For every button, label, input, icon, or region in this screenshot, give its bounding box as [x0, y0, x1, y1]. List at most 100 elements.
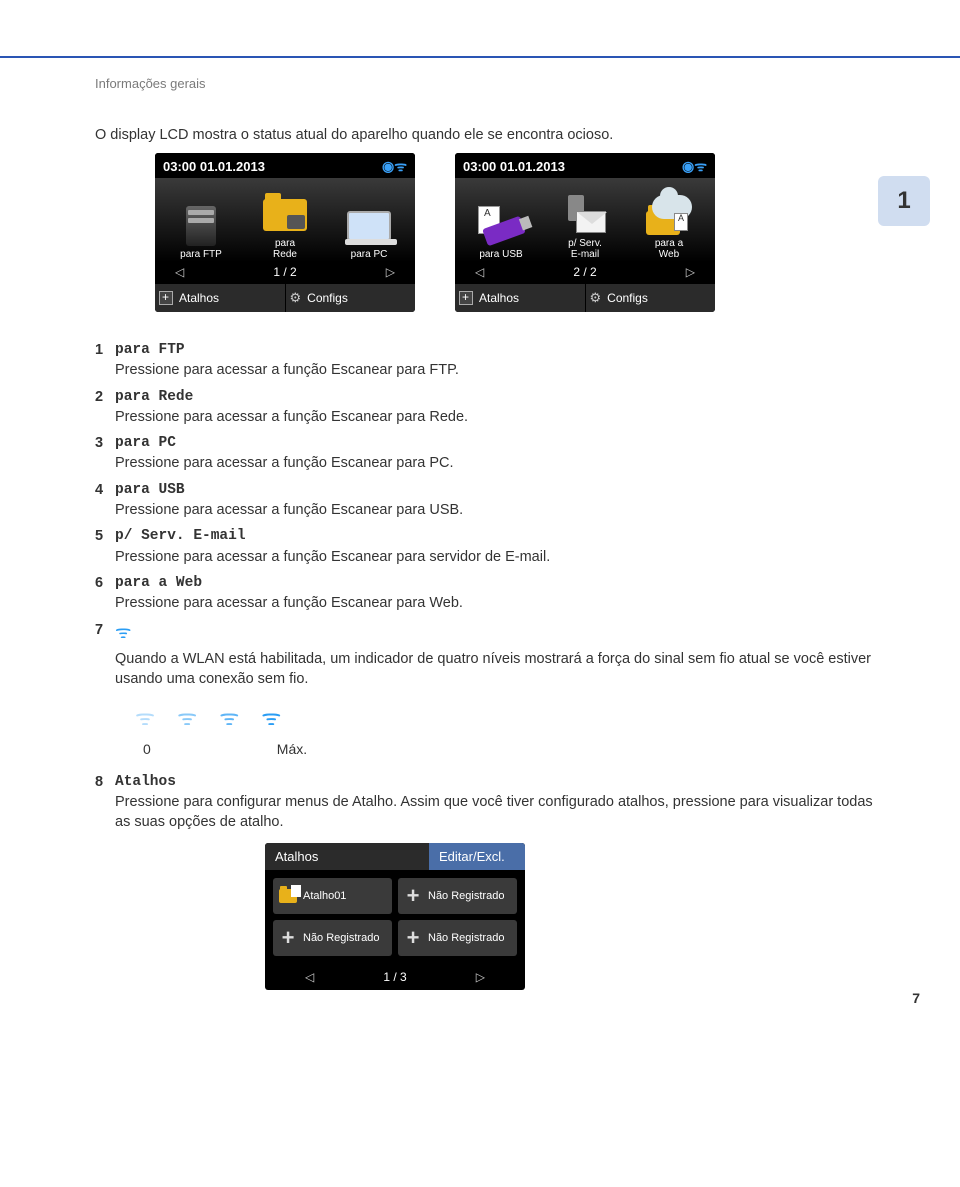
- wifi-strength-row: ᯤ ᯤ ᯤ ᯤ: [135, 703, 880, 734]
- item-term: para a Web: [115, 573, 880, 593]
- datetime-label: 03:00 01.01.2013: [463, 159, 565, 174]
- menu-item-usb[interactable]: para USB: [470, 206, 532, 260]
- prev-arrow-icon[interactable]: ◁: [175, 265, 184, 279]
- list-item: 6para a WebPressione para acessar a funç…: [95, 573, 880, 614]
- gear-icon: ⚙: [290, 290, 302, 306]
- item-label: Rede: [273, 249, 297, 260]
- screen-menu: para FTP para Rede para PC: [155, 178, 415, 262]
- item-number: 1: [95, 340, 115, 381]
- atalhos-lcd-screen: Atalhos Editar/Excl. Atalho01 + Não Regi…: [265, 843, 525, 990]
- screen-pager: ◁ 1 / 2 ▷: [155, 262, 415, 284]
- wifi-icon: ◉ᯤ: [682, 157, 707, 176]
- wifi-scale: 0 Máx.: [143, 740, 880, 760]
- item-term: Atalhos: [115, 772, 880, 792]
- next-arrow-icon[interactable]: ▷: [386, 265, 395, 279]
- item-label: p/ Serv.: [568, 238, 602, 249]
- section-header: Informações gerais: [95, 76, 880, 91]
- pager-text: 2 / 2: [573, 265, 596, 279]
- item-number: 5: [95, 526, 115, 567]
- header-rule: [0, 56, 960, 58]
- pager-text: 1 / 3: [383, 970, 406, 984]
- lcd-screen-2: 03:00 01.01.2013 ◉ᯤ para USB: [455, 153, 715, 312]
- wifi-icon: ᯤ: [135, 703, 155, 734]
- item-number: 8: [95, 772, 115, 833]
- atalho-slot[interactable]: + Não Registrado: [398, 920, 517, 956]
- item-term: para USB: [115, 480, 880, 500]
- item-desc: Pressione para acessar a função Escanear…: [115, 360, 880, 380]
- atalho-slot[interactable]: + Não Registrado: [398, 878, 517, 914]
- scale-min: 0: [143, 740, 151, 760]
- slot-label: Não Registrado: [428, 890, 504, 902]
- item-term: p/ Serv. E-mail: [115, 526, 880, 546]
- scale-max: Máx.: [277, 740, 307, 760]
- pager-text: 1 / 2: [273, 265, 296, 279]
- page-number: 7: [912, 990, 920, 1006]
- next-arrow-icon[interactable]: ▷: [476, 970, 485, 984]
- screen-bottom-bar: Atalhos ⚙ Configs: [155, 284, 415, 312]
- item-label: E-mail: [571, 249, 599, 260]
- screen-menu: para USB p/ Serv. E-mail para a: [455, 178, 715, 262]
- menu-item-email[interactable]: p/ Serv. E-mail: [554, 195, 616, 260]
- item-number: 2: [95, 387, 115, 428]
- list-item: 5p/ Serv. E-mailPressione para acessar a…: [95, 526, 880, 567]
- wifi-icon: ◉ᯤ: [382, 157, 407, 176]
- menu-item-web[interactable]: para a Web: [638, 195, 700, 260]
- atalhos-title: Atalhos: [265, 843, 429, 870]
- plus-icon: +: [404, 884, 422, 908]
- atalhos-label: Atalhos: [179, 291, 219, 305]
- plus-icon: +: [279, 926, 297, 950]
- plus-icon: +: [404, 926, 422, 950]
- list-item: 3para PCPressione para acessar a função …: [95, 433, 880, 474]
- menu-item-ftp[interactable]: para FTP: [170, 206, 232, 260]
- slot-label: Não Registrado: [303, 932, 379, 944]
- atalhos-header: Atalhos Editar/Excl.: [265, 843, 525, 870]
- atalhos-grid: Atalho01 + Não Registrado + Não Registra…: [265, 870, 525, 964]
- item-label: para PC: [351, 249, 388, 260]
- description-list: 1para FTPPressione para acessar a função…: [95, 340, 880, 833]
- configs-button[interactable]: ⚙ Configs: [286, 284, 416, 312]
- chapter-tab: 1: [878, 176, 930, 226]
- list-item: 1para FTPPressione para acessar a função…: [95, 340, 880, 381]
- item-desc: Pressione para configurar menus de Atalh…: [115, 792, 880, 833]
- item-term: para Rede: [115, 387, 880, 407]
- prev-arrow-icon[interactable]: ◁: [475, 265, 484, 279]
- item-desc: Quando a WLAN está habilitada, um indica…: [115, 649, 880, 690]
- atalhos-button[interactable]: Atalhos: [155, 284, 286, 312]
- item-desc: Pressione para acessar a função Escanear…: [115, 453, 880, 473]
- lcd-screen-1: 03:00 01.01.2013 ◉ᯤ para FTP para Rede p…: [155, 153, 415, 312]
- folder-icon: [263, 199, 307, 231]
- list-item-atalhos: 8 Atalhos Pressione para configurar menu…: [95, 772, 880, 833]
- slot-label: Atalho01: [303, 890, 346, 902]
- atalhos-pager: ◁ 1 / 3 ▷: [265, 964, 525, 990]
- screen-top-bar: 03:00 01.01.2013 ◉ᯤ: [155, 153, 415, 178]
- gear-icon: ⚙: [590, 290, 602, 306]
- atalhos-button[interactable]: Atalhos: [455, 284, 586, 312]
- item-number: 3: [95, 433, 115, 474]
- laptop-icon: [347, 211, 391, 241]
- item-number: 4: [95, 480, 115, 521]
- edit-delete-button[interactable]: Editar/Excl.: [429, 843, 525, 870]
- usb-icon: [478, 206, 524, 246]
- configs-label: Configs: [307, 291, 348, 305]
- configs-button[interactable]: ⚙ Configs: [586, 284, 716, 312]
- next-arrow-icon[interactable]: ▷: [686, 265, 695, 279]
- item-term: para PC: [115, 433, 880, 453]
- wifi-icon: ᯤ: [261, 703, 281, 734]
- atalho-slot[interactable]: + Não Registrado: [273, 920, 392, 956]
- menu-item-pc[interactable]: para PC: [338, 206, 400, 260]
- list-item: 2para RedePressione para acessar a funçã…: [95, 387, 880, 428]
- item-label: para a: [655, 238, 683, 249]
- cloud-folder-icon: [646, 195, 692, 235]
- menu-item-rede[interactable]: para Rede: [254, 195, 316, 260]
- prev-arrow-icon[interactable]: ◁: [305, 970, 314, 984]
- atalho-slot[interactable]: Atalho01: [273, 878, 392, 914]
- item-desc: Pressione para acessar a função Escanear…: [115, 500, 880, 520]
- plus-icon: [159, 291, 173, 305]
- plus-icon: [459, 291, 473, 305]
- email-server-icon: [562, 195, 608, 235]
- item-label: Web: [659, 249, 679, 260]
- screen-pager: ◁ 2 / 2 ▷: [455, 262, 715, 284]
- screen-top-bar: 03:00 01.01.2013 ◉ᯤ: [455, 153, 715, 178]
- list-item: 4para USBPressione para acessar a função…: [95, 480, 880, 521]
- intro-text: O display LCD mostra o status atual do a…: [95, 127, 880, 143]
